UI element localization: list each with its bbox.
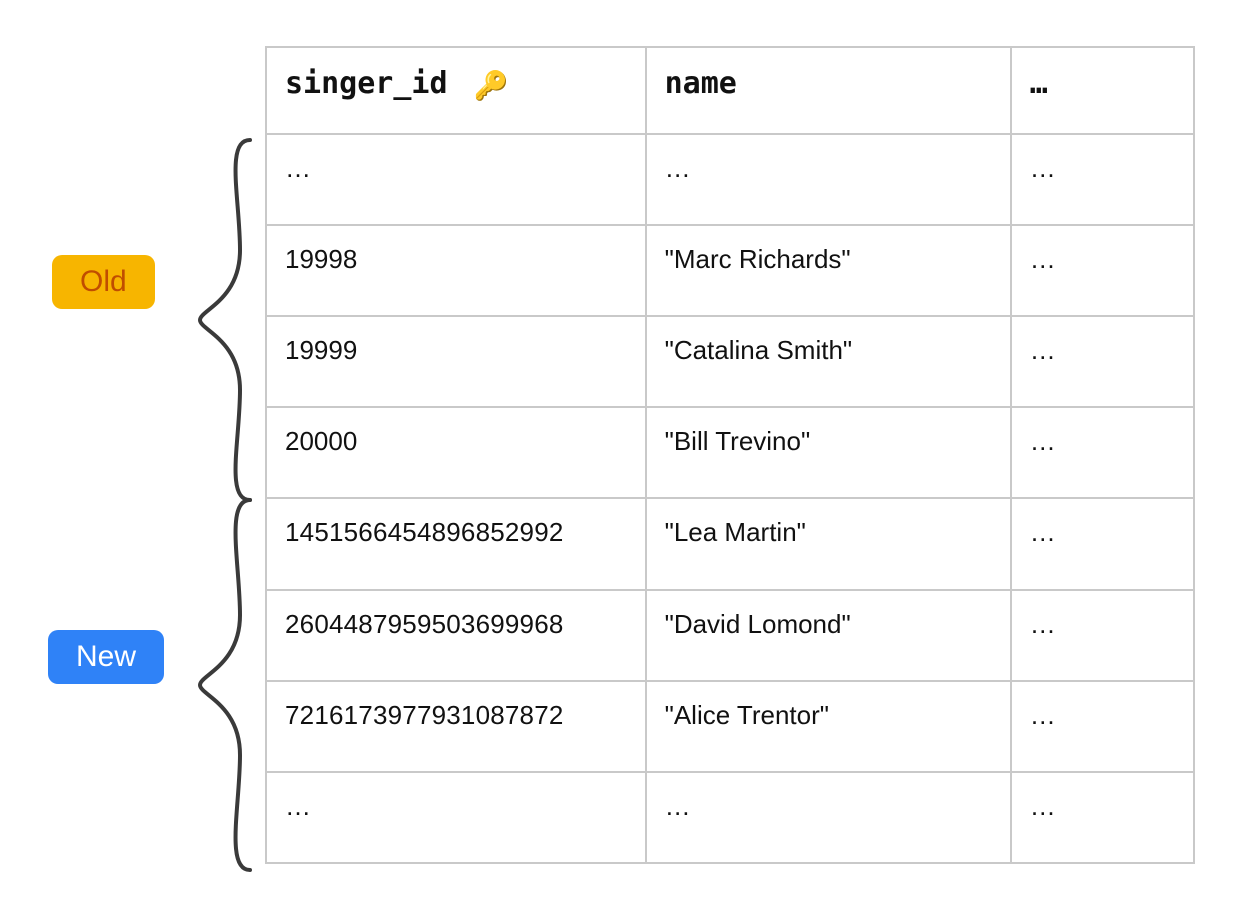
cell-more: … [1011,590,1194,681]
cell-name: "Catalina Smith" [646,316,1011,407]
label-new: New [48,630,164,684]
cell-name: "Lea Martin" [646,498,1011,589]
cell-more: … [1011,407,1194,498]
column-header-name: name [646,47,1011,134]
cell-name: … [646,772,1011,863]
cell-singer-id: 19999 [266,316,646,407]
singers-table: singer_id 🔑 name … ………19998"Marc Richard… [265,46,1195,864]
table-header-row: singer_id 🔑 name … [266,47,1194,134]
column-header-more: … [1011,47,1194,134]
table-row: 2604487959503699968"David Lomond"… [266,590,1194,681]
cell-name: "Bill Trevino" [646,407,1011,498]
cell-singer-id: 1451566454896852992 [266,498,646,589]
table-row: ……… [266,772,1194,863]
cell-singer-id: 2604487959503699968 [266,590,646,681]
key-icon: 🔑 [474,69,509,103]
cell-more: … [1011,134,1194,225]
diagram-stage: singer_id 🔑 name … ………19998"Marc Richard… [0,0,1256,904]
table-row: 1451566454896852992"Lea Martin"… [266,498,1194,589]
table-row: ……… [266,134,1194,225]
table-row: 19998"Marc Richards"… [266,225,1194,316]
table-row: 20000"Bill Trevino"… [266,407,1194,498]
cell-more: … [1011,225,1194,316]
cell-singer-id: 20000 [266,407,646,498]
brace-old [190,130,260,510]
cell-more: … [1011,772,1194,863]
cell-singer-id: 19998 [266,225,646,316]
label-new-text: New [76,640,136,673]
cell-name: … [646,134,1011,225]
cell-name: "David Lomond" [646,590,1011,681]
label-old: Old [52,255,155,309]
brace-new [190,490,260,880]
cell-more: … [1011,681,1194,772]
column-header-singer-id: singer_id 🔑 [266,47,646,134]
cell-more: … [1011,316,1194,407]
cell-more: … [1011,498,1194,589]
table-row: 19999"Catalina Smith"… [266,316,1194,407]
table-row: 7216173977931087872"Alice Trentor"… [266,681,1194,772]
column-header-more-text: … [1030,66,1048,101]
cell-singer-id: … [266,772,646,863]
label-old-text: Old [80,265,127,298]
cell-name: "Alice Trentor" [646,681,1011,772]
column-header-name-text: name [665,66,737,101]
column-header-id-text: singer_id [285,66,448,101]
cell-singer-id: 7216173977931087872 [266,681,646,772]
cell-name: "Marc Richards" [646,225,1011,316]
cell-singer-id: … [266,134,646,225]
